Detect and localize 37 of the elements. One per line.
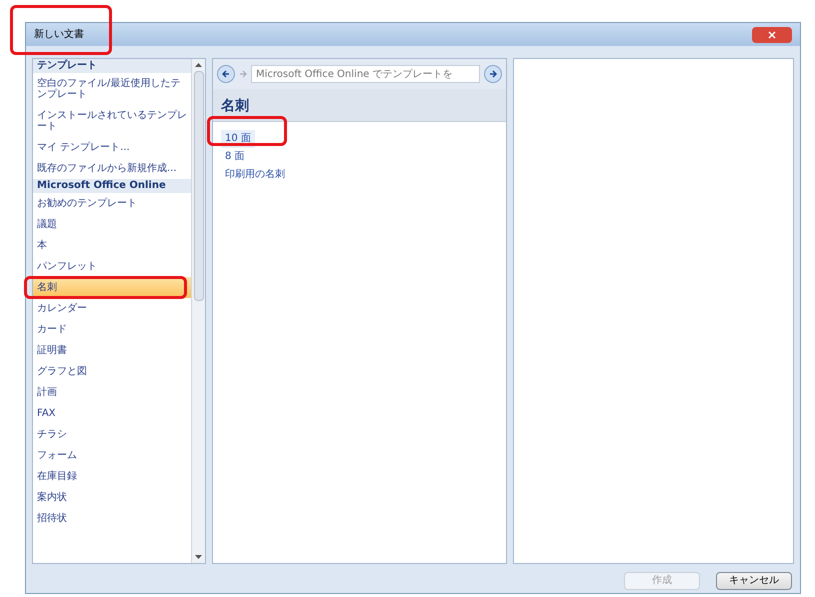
section-header: テンプレート: [33, 59, 191, 74]
sidebar-item[interactable]: カード: [33, 319, 191, 340]
sidebar-item[interactable]: 案内状: [33, 487, 191, 508]
go-arrow-icon: [489, 70, 497, 78]
dialog-button[interactable]: キャンセル: [716, 572, 792, 590]
section-header: Microsoft Office Online: [33, 179, 191, 194]
search-field[interactable]: Microsoft Office Online でテンプレートを: [251, 65, 480, 84]
sidebar-item[interactable]: 既存のファイルから新規作成...: [33, 158, 191, 180]
sidebar-item[interactable]: 在庫目録: [33, 466, 191, 488]
scroll-thumb[interactable]: [194, 71, 204, 302]
sidebar-item[interactable]: 空白のファイル/最近使用したテンプレート: [33, 73, 191, 106]
sidebar-item[interactable]: マイ テンプレート...: [33, 137, 191, 158]
sidebar-item[interactable]: 計画: [33, 382, 191, 404]
template-item[interactable]: 印刷用の名刺: [221, 166, 289, 184]
category-title: 名刺: [221, 98, 249, 114]
window-title: 新しい文書: [34, 28, 84, 42]
close-button[interactable]: [752, 26, 792, 43]
back-arrow-icon: [222, 70, 230, 78]
sidebar-item[interactable]: フォーム: [33, 445, 191, 466]
search-button[interactable]: [484, 65, 502, 84]
sidebar-item[interactable]: カレンダー: [33, 298, 191, 320]
sidebar-item[interactable]: グラフと図: [33, 361, 191, 382]
sidebar-item[interactable]: チラシ: [33, 424, 191, 446]
sidebar-item[interactable]: 招待状: [33, 508, 191, 530]
sidebar-item[interactable]: 議題: [33, 214, 191, 236]
sidebar-item[interactable]: 証明書: [33, 340, 191, 362]
close-icon: [768, 30, 776, 39]
sidebar-item[interactable]: パンフレット: [33, 256, 191, 278]
template-item[interactable]: 8 面: [221, 148, 249, 166]
sidebar-item[interactable]: FAX: [33, 403, 191, 424]
back-button[interactable]: [217, 65, 235, 84]
sidebar-item[interactable]: 本: [33, 235, 191, 256]
sidebar-item[interactable]: お勧めのテンプレート: [33, 193, 191, 214]
scroll-up-icon: [195, 63, 202, 68]
scrollbar[interactable]: [191, 59, 205, 564]
sidebar-item[interactable]: インストールされているテンプレート: [33, 105, 191, 138]
scroll-down-icon: [195, 555, 202, 560]
